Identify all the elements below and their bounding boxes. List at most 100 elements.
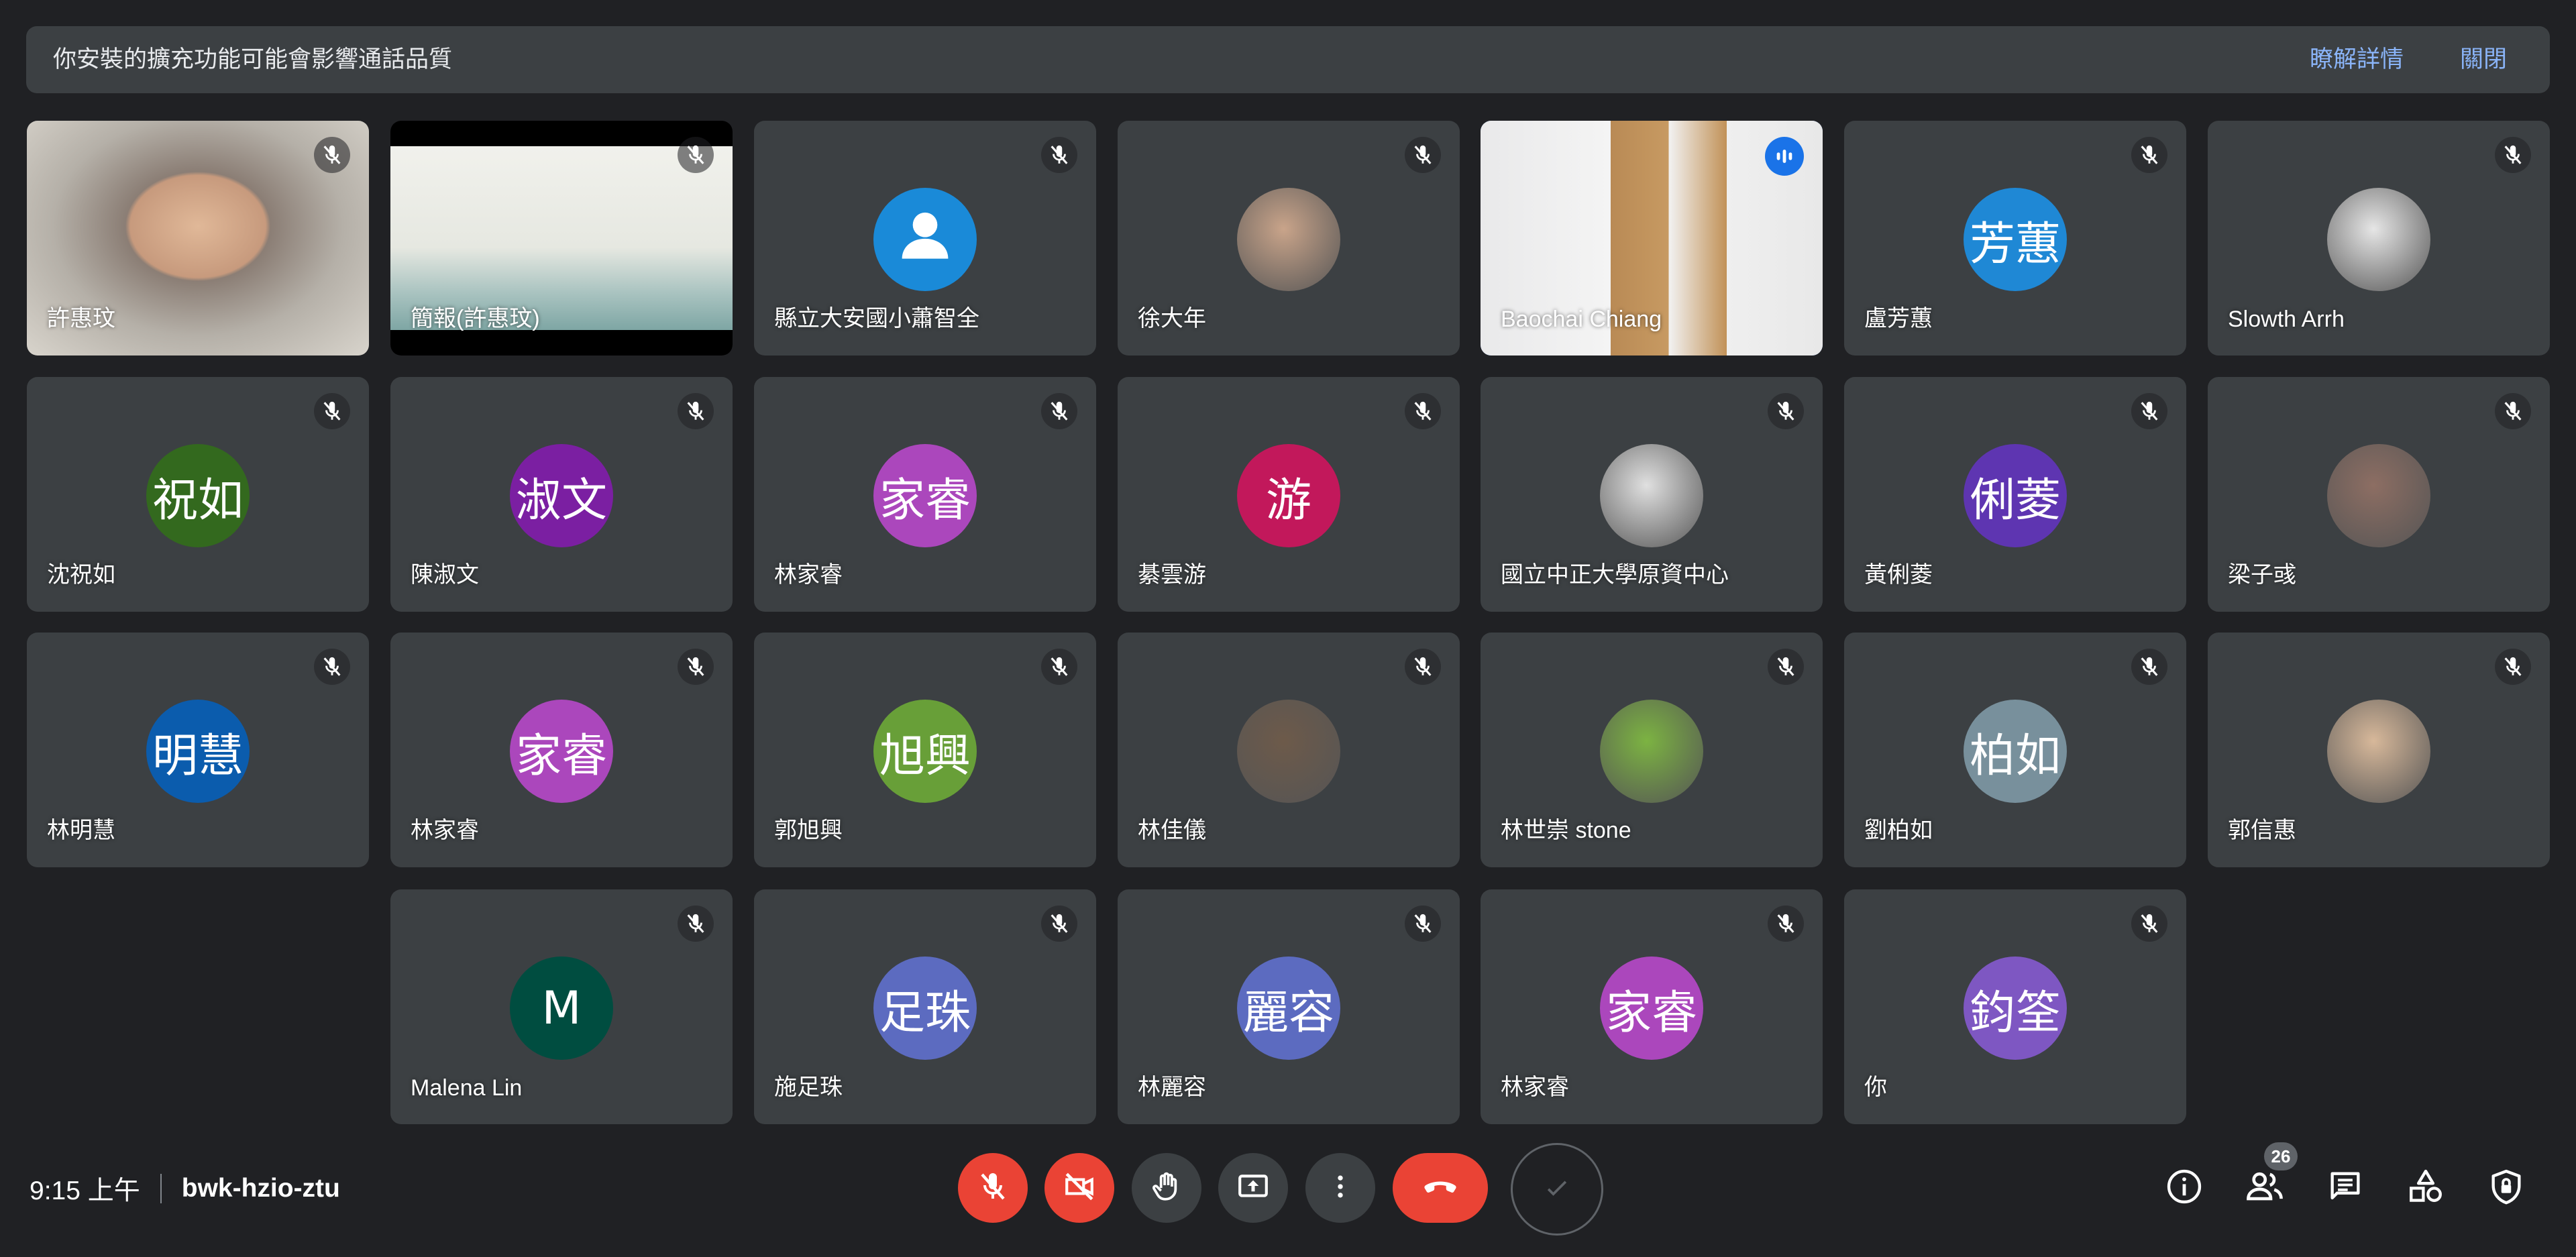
- participant-tile[interactable]: 芳蕙 盧芳蕙: [1844, 121, 2186, 356]
- avatar-photo: [1600, 700, 1703, 803]
- participant-tile[interactable]: 林佳儀: [1118, 633, 1460, 867]
- mic-off-icon: [2131, 393, 2167, 429]
- mic-off-icon: [2131, 137, 2167, 173]
- participant-tile[interactable]: 俐菱黃俐菱: [1844, 377, 2186, 612]
- participant-name: 黃俐菱: [1864, 562, 1933, 588]
- present-screen-button[interactable]: [1218, 1153, 1288, 1223]
- participant-tile[interactable]: 家睿 林家睿: [754, 377, 1096, 612]
- avatar-initials: 旭興: [879, 729, 971, 783]
- avatar: 旭興: [873, 700, 977, 803]
- avatar-initials: 柏如: [1969, 729, 2061, 783]
- avatar: 家睿: [510, 700, 613, 803]
- avatar-initials: 游: [1265, 474, 1311, 527]
- participant-tile[interactable]: 明慧林明慧: [27, 633, 369, 867]
- participant-tile[interactable]: Slowth Arrh: [2208, 121, 2550, 356]
- mic-off-icon: [678, 393, 714, 429]
- divider: [160, 1174, 162, 1203]
- avatar-photo: [2327, 188, 2430, 291]
- raise-hand-button[interactable]: [1132, 1153, 1201, 1223]
- participant-name: 劉柏如: [1864, 818, 1933, 843]
- avatar: 麗容: [1237, 957, 1340, 1060]
- avatar-initials: 俐菱: [1969, 474, 2061, 527]
- leave-call-button[interactable]: [1393, 1153, 1488, 1223]
- participant-tile[interactable]: 麗容林麗容: [1118, 889, 1460, 1124]
- avatar: 家睿: [873, 444, 977, 547]
- participant-tile[interactable]: 林世崇 stone: [1481, 633, 1823, 867]
- avatar-photo: [2327, 444, 2430, 547]
- participant-tile[interactable]: 淑文 陳淑文: [390, 377, 733, 612]
- avatar-photo: [1600, 444, 1703, 547]
- avatar: 明慧: [146, 700, 250, 803]
- close-banner-button[interactable]: 關閉: [2460, 26, 2507, 93]
- shapes-icon: [2406, 1167, 2445, 1209]
- extension-checkmark-button[interactable]: [1511, 1143, 1603, 1236]
- participant-tile[interactable]: Baochai Chiang: [1481, 121, 1823, 356]
- mic-off-icon: [678, 137, 714, 173]
- host-controls-button[interactable]: [2484, 1166, 2528, 1210]
- avatar-initials: 淑文: [515, 474, 607, 527]
- participant-tile[interactable]: 徐大年: [1118, 121, 1460, 356]
- avatar-initials: 明慧: [152, 729, 244, 783]
- mic-off-icon: [977, 1170, 1009, 1206]
- participant-name: 許惠玟: [47, 306, 115, 331]
- participant-name: 林明慧: [47, 818, 115, 843]
- participant-name: 林麗容: [1138, 1075, 1206, 1100]
- speaking-indicator-icon: [1765, 137, 1804, 176]
- mic-off-icon: [678, 649, 714, 685]
- mic-off-icon: [678, 906, 714, 942]
- mic-off-icon: [1405, 137, 1441, 173]
- participant-name: 沈祝如: [47, 562, 115, 588]
- participant-tile[interactable]: 梁子彧: [2208, 377, 2550, 612]
- avatar-initials: 鈞筌: [1969, 986, 2061, 1040]
- participant-name: 國立中正大學原資中心: [1501, 562, 1729, 588]
- participant-tile[interactable]: 游綦雲游: [1118, 377, 1460, 612]
- avatar: [873, 188, 977, 291]
- mic-off-icon: [1041, 137, 1077, 173]
- mic-off-icon: [1768, 906, 1804, 942]
- participant-tile[interactable]: 郭信惠: [2208, 633, 2550, 867]
- avatar-initials: 家睿: [515, 729, 607, 783]
- participant-name: 簡報(許惠玟): [411, 306, 540, 331]
- participant-tile[interactable]: 鈞筌你: [1844, 889, 2186, 1124]
- participant-name: Baochai Chiang: [1501, 307, 1662, 332]
- avatar: 柏如: [1964, 700, 2067, 803]
- participant-name: 林佳儀: [1138, 818, 1206, 843]
- participant-tile[interactable]: 足珠 施足珠: [754, 889, 1096, 1124]
- banner-message: 你安裝的擴充功能可能會影響通話品質: [53, 46, 453, 72]
- avatar-photo: [2327, 700, 2430, 803]
- avatar: 家睿: [1600, 957, 1703, 1060]
- participant-tile[interactable]: 國立中正大學原資中心: [1481, 377, 1823, 612]
- learn-more-button[interactable]: 瞭解詳情: [2310, 26, 2404, 93]
- activities-button[interactable]: [2404, 1166, 2448, 1210]
- mic-off-icon: [1405, 393, 1441, 429]
- camera-toggle-button[interactable]: [1044, 1153, 1114, 1223]
- mic-off-icon: [2495, 137, 2531, 173]
- participant-tile[interactable]: 柏如劉柏如: [1844, 633, 2186, 867]
- participant-tile[interactable]: 家睿 林家睿: [390, 633, 733, 867]
- avatar-photo: [1237, 188, 1340, 291]
- participant-tile[interactable]: M Malena Lin: [390, 889, 733, 1124]
- participant-name: 林家睿: [1501, 1075, 1569, 1100]
- participant-tile[interactable]: 簡報(許惠玟): [390, 121, 733, 356]
- participant-tile[interactable]: 家睿林家睿: [1481, 889, 1823, 1124]
- mic-off-icon: [1405, 649, 1441, 685]
- people-button[interactable]: [2243, 1166, 2287, 1210]
- present-icon: [1236, 1170, 1270, 1207]
- chat-button[interactable]: [2323, 1166, 2367, 1210]
- mic-off-icon: [1768, 649, 1804, 685]
- avatar-photo: [1237, 700, 1340, 803]
- checkmark-icon: [1542, 1173, 1572, 1206]
- meeting-details-button[interactable]: [2162, 1166, 2206, 1210]
- participant-tile[interactable]: 祝如 沈祝如: [27, 377, 369, 612]
- microphone-toggle-button[interactable]: [958, 1153, 1028, 1223]
- participant-name: Malena Lin: [411, 1075, 523, 1101]
- participant-name: 徐大年: [1138, 306, 1206, 331]
- more-options-button[interactable]: [1305, 1153, 1375, 1223]
- chat-icon: [2326, 1167, 2365, 1209]
- mic-off-icon: [2131, 906, 2167, 942]
- participant-tile[interactable]: 縣立大安國小蕭智全: [754, 121, 1096, 356]
- hand-icon: [1150, 1170, 1183, 1207]
- participant-tile[interactable]: 許惠玟: [27, 121, 369, 356]
- participant-tile[interactable]: 旭興 郭旭興: [754, 633, 1096, 867]
- mic-off-icon: [1041, 649, 1077, 685]
